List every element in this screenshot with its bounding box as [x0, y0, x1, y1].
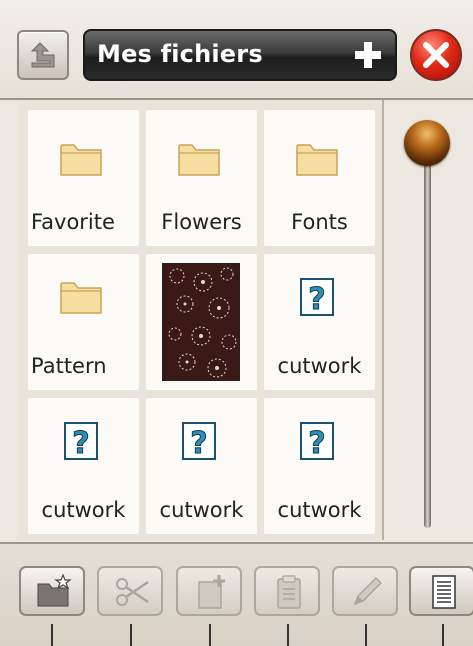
copy-button[interactable]	[176, 566, 242, 616]
file-tile-cutwork-2[interactable]: ? cutwork	[28, 398, 139, 534]
tile-label: Pattern	[31, 354, 107, 378]
scrollbar-track[interactable]	[424, 160, 431, 528]
unknown-file-icon: ?	[300, 422, 334, 460]
folder-tile-pattern[interactable]: Pattern	[28, 254, 139, 390]
file-browser-window: Mes fichiers Favorite Flowers Fonts Patt…	[0, 0, 473, 646]
toolbar-tick	[287, 624, 289, 646]
new-folder-icon	[37, 574, 72, 607]
add-to-favorites-button[interactable]	[353, 40, 383, 70]
new-folder-button[interactable]	[19, 566, 85, 616]
grid-divider	[382, 100, 384, 540]
folder-tile-favorite[interactable]: Favorite	[28, 110, 139, 246]
current-folder-title: Mes fichiers	[83, 29, 397, 81]
scrollbar-thumb[interactable]	[404, 120, 450, 166]
toolbar-tick	[365, 624, 367, 646]
close-button[interactable]	[410, 29, 462, 81]
tile-label: cutwork	[159, 498, 244, 522]
scissors-icon	[116, 578, 149, 606]
tile-label: cutwork	[277, 498, 362, 522]
svg-text:?: ?	[308, 426, 325, 460]
unknown-file-icon: ?	[300, 278, 334, 316]
design-thumbnail-tile[interactable]	[146, 254, 257, 390]
paste-button[interactable]	[254, 566, 320, 616]
tile-label: Flowers	[161, 210, 242, 234]
file-tile-cutwork-1[interactable]: ? cutwork	[264, 254, 375, 390]
folder-icon	[60, 144, 102, 176]
rename-button[interactable]	[332, 566, 398, 616]
paste-icon	[277, 575, 301, 609]
svg-text:?: ?	[190, 426, 207, 460]
lace-pattern-icon	[168, 267, 237, 378]
folder-tile-fonts[interactable]: Fonts	[264, 110, 375, 246]
unknown-file-icon: ?	[182, 422, 216, 460]
file-grid: Favorite Flowers Fonts Pattern ? cutwork…	[17, 100, 382, 540]
list-view-button[interactable]	[409, 566, 473, 616]
cut-button[interactable]	[97, 566, 163, 616]
toolbar-tick	[442, 624, 444, 646]
folder-icon	[178, 144, 220, 176]
tile-label: Favorite	[31, 210, 115, 234]
parent-folder-button[interactable]	[17, 30, 69, 80]
bottom-toolbar	[0, 542, 473, 646]
toolbar-tick	[209, 624, 211, 646]
file-tile-cutwork-3[interactable]: ? cutwork	[146, 398, 257, 534]
tile-label: cutwork	[277, 354, 362, 378]
up-arrow-icon	[30, 42, 55, 68]
design-thumbnail-image	[162, 263, 240, 381]
svg-text:?: ?	[72, 426, 89, 460]
svg-text:?: ?	[308, 282, 325, 316]
copy-icon	[198, 575, 225, 609]
toolbar-tick	[130, 624, 132, 646]
pencil-icon	[353, 576, 383, 606]
folder-tile-flowers[interactable]: Flowers	[146, 110, 257, 246]
tile-label: cutwork	[41, 498, 126, 522]
unknown-file-icon: ?	[64, 422, 98, 460]
folder-icon	[60, 282, 102, 314]
toolbar-tick	[51, 624, 53, 646]
close-icon	[423, 42, 449, 68]
header-bar: Mes fichiers	[0, 0, 473, 100]
folder-icon	[296, 144, 338, 176]
tile-label: Fonts	[291, 210, 348, 234]
list-view-icon	[432, 575, 456, 609]
file-tile-cutwork-4[interactable]: ? cutwork	[264, 398, 375, 534]
page-title: Mes fichiers	[97, 40, 263, 68]
